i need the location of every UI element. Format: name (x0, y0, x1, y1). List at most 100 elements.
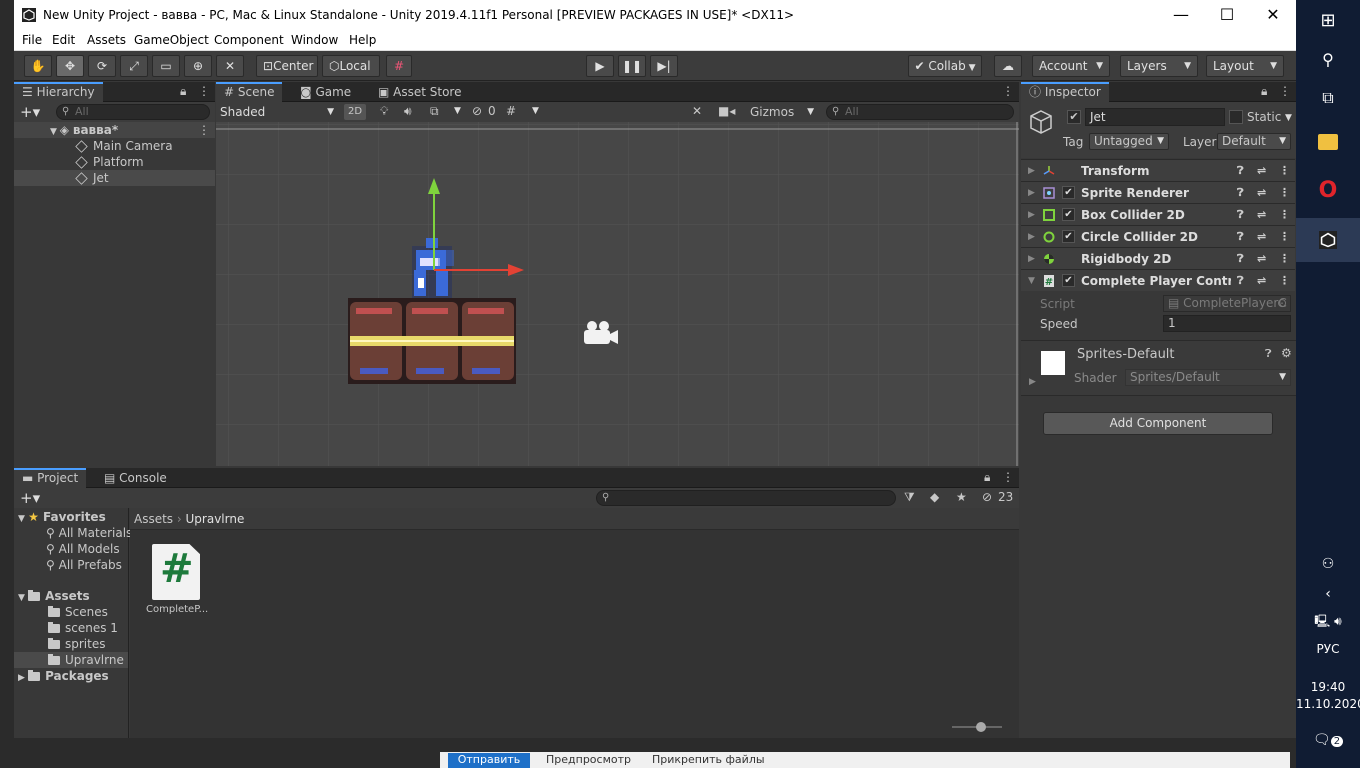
breadcrumb-current[interactable]: Upravlrne (186, 512, 245, 526)
object-name-field[interactable]: Jet (1085, 108, 1225, 126)
maximize-button[interactable]: ☐ (1204, 0, 1250, 31)
component-rigidbody-2d[interactable]: ▶ Rigidbody 2D ❓︎ ⇌ ⋮ (1021, 247, 1295, 269)
windows-start-icon[interactable]: ⊞ (1296, 10, 1360, 31)
tag-dropdown[interactable]: Untagged ▼ (1089, 133, 1169, 150)
rect-tool-button[interactable]: ▭ (152, 55, 180, 77)
component-player-controller[interactable]: ▼ # ✔ Complete Player Controlle ❓︎ ⇌ ⋮ (1021, 269, 1295, 291)
favorite-all-models[interactable]: ⚲ All Models (46, 541, 120, 557)
people-icon[interactable]: ⚇ (1296, 556, 1360, 572)
tab-inspector[interactable]: ⓘ Inspector (1021, 82, 1109, 102)
layout-dropdown[interactable]: Layout ▼ (1206, 55, 1284, 77)
more-options-icon[interactable]: ⋮ (198, 84, 210, 98)
transform-tool-button[interactable]: ⊕ (184, 55, 212, 77)
hierarchy-item-platform[interactable]: Platform (14, 154, 215, 170)
component-transform[interactable]: ▶ Transform ❓︎ ⇌ ⋮ (1021, 159, 1295, 181)
component-circle-collider-2d[interactable]: ▶ ✔ Circle Collider 2D ❓︎ ⇌ ⋮ (1021, 225, 1295, 247)
lighting-icon[interactable]: 💡︎ (380, 104, 388, 119)
help-icon[interactable]: ❓︎ (1237, 160, 1244, 182)
play-button[interactable]: ▶ (586, 55, 614, 77)
favorite-all-prefabs[interactable]: ⚲ All Prefabs (46, 557, 122, 573)
rotate-tool-button[interactable]: ⟳ (88, 55, 116, 77)
shader-dropdown[interactable]: Sprites/Default ▼ (1125, 369, 1291, 386)
hierarchy-item-main-camera[interactable]: Main Camera (14, 138, 215, 154)
search-icon[interactable]: ⚲ (1296, 50, 1360, 69)
tab-project[interactable]: ▬ Project (14, 468, 87, 488)
folder-upravlrne[interactable]: Upravlrne (14, 652, 128, 668)
enabled-checkbox[interactable]: ✔ (1062, 208, 1075, 221)
menu-gameobject[interactable]: GameObject (134, 33, 209, 47)
more-options-icon[interactable]: ⋮ (1279, 248, 1290, 270)
grid-toggle-icon[interactable]: # (506, 104, 516, 118)
unity-taskbar-button[interactable] (1296, 218, 1360, 262)
preview-button[interactable]: Предпросмотр (546, 753, 631, 766)
active-checkbox[interactable]: ✔ (1067, 110, 1081, 124)
speed-input[interactable]: 1 (1163, 315, 1291, 332)
preset-icon[interactable]: ⇌ (1257, 248, 1266, 270)
chevron-left-icon[interactable]: ‹ (1296, 586, 1360, 602)
component-box-collider-2d[interactable]: ▶ ✔ Box Collider 2D ❓︎ ⇌ ⋮ (1021, 203, 1295, 225)
favorite-star-icon[interactable]: ★ (956, 490, 967, 504)
expand-arrow-icon[interactable]: ▶ (1029, 377, 1036, 387)
project-search-input[interactable]: ⚲ (596, 490, 896, 506)
effects-icon[interactable]: ⧉ (430, 104, 439, 119)
gizmos-dropdown[interactable]: Gizmos ▼ (750, 103, 816, 121)
more-options-icon[interactable]: ⋮ (1279, 226, 1290, 248)
chevron-down-icon[interactable]: ▼ (532, 106, 539, 116)
folder-scenes[interactable]: Scenes (48, 604, 108, 620)
preset-icon[interactable]: ⇌ (1257, 270, 1266, 292)
hierarchy-search-input[interactable]: ⚲ All (56, 104, 210, 120)
more-options-icon[interactable]: ⋮ (1279, 270, 1290, 292)
custom-tool-button[interactable]: ✕ (216, 55, 244, 77)
tools-icon[interactable]: ✕ (692, 104, 702, 118)
enabled-checkbox[interactable]: ✔ (1062, 186, 1075, 199)
move-tool-button[interactable]: ✥ (56, 55, 84, 77)
camera-settings-icon[interactable]: ■◂ (718, 104, 735, 118)
favorite-all-materials[interactable]: ⚲ All Materials (46, 525, 132, 541)
tab-console[interactable]: ▤ Console (96, 468, 175, 488)
layer-dropdown[interactable]: Default ▼ (1217, 133, 1291, 150)
notifications-button[interactable]: 🗨︎ 2 (1296, 732, 1360, 748)
tab-game[interactable]: ◙ Game (292, 82, 359, 102)
packages-row[interactable]: ▶ Packages (18, 668, 109, 684)
account-dropdown[interactable]: Account ▼ (1032, 55, 1110, 77)
assets-row[interactable]: ▼ Assets (18, 588, 90, 604)
preset-icon[interactable]: ⇌ (1257, 160, 1266, 182)
scene-row[interactable]: ▼ ◈ вавва* ⋮ (14, 122, 215, 138)
menu-component[interactable]: Component (214, 33, 284, 47)
gear-icon[interactable]: ⚙ (1281, 346, 1292, 360)
platform-sprite[interactable] (348, 298, 516, 384)
chevron-down-icon[interactable]: ▼ (1285, 113, 1292, 123)
menu-window[interactable]: Window (291, 33, 338, 47)
scene-viewport[interactable] (216, 122, 1019, 466)
scene-search-input[interactable]: ⚲ All (826, 104, 1014, 120)
audio-icon[interactable]: 🔊︎ (404, 104, 412, 119)
step-button[interactable]: ▶| (650, 55, 678, 77)
network-volume-icons[interactable]: 🖳︎ 🔊︎ (1296, 612, 1360, 633)
language-indicator[interactable]: РУС (1296, 642, 1360, 656)
enabled-checkbox[interactable]: ✔ (1062, 230, 1075, 243)
menu-edit[interactable]: Edit (52, 33, 75, 47)
task-view-icon[interactable]: ⧉ (1296, 88, 1360, 108)
opera-icon[interactable]: O (1296, 178, 1360, 203)
search-by-label-icon[interactable]: ◆ (930, 490, 939, 504)
file-explorer-icon[interactable] (1296, 134, 1360, 153)
menu-assets[interactable]: Assets (87, 33, 126, 47)
help-icon[interactable]: ❓︎ (1265, 347, 1272, 361)
create-asset-button[interactable]: +▾ (20, 489, 40, 507)
close-button[interactable]: ✕ (1250, 0, 1296, 31)
scene-options-icon[interactable]: ⋮ (198, 122, 210, 138)
search-by-type-icon[interactable]: ⧩ (904, 490, 915, 505)
folder-sprites[interactable]: sprites (48, 636, 105, 652)
static-checkbox[interactable] (1229, 110, 1243, 124)
script-asset-thumbnail[interactable]: # (152, 544, 200, 600)
more-options-icon[interactable]: ⋮ (1002, 84, 1014, 98)
help-icon[interactable]: ❓︎ (1237, 248, 1244, 270)
grid-snap-button[interactable]: # (386, 55, 412, 77)
clock-date[interactable]: 11.10.2020 (1296, 697, 1360, 711)
menu-help[interactable]: Help (349, 33, 376, 47)
lock-icon[interactable]: 🔒︎ (180, 84, 186, 99)
lock-icon[interactable]: 🔒︎ (1261, 84, 1267, 99)
collab-dropdown[interactable]: ✔ Collab ▼ (908, 55, 982, 77)
help-icon[interactable]: ❓︎ (1237, 226, 1244, 248)
help-icon[interactable]: ❓︎ (1237, 204, 1244, 226)
